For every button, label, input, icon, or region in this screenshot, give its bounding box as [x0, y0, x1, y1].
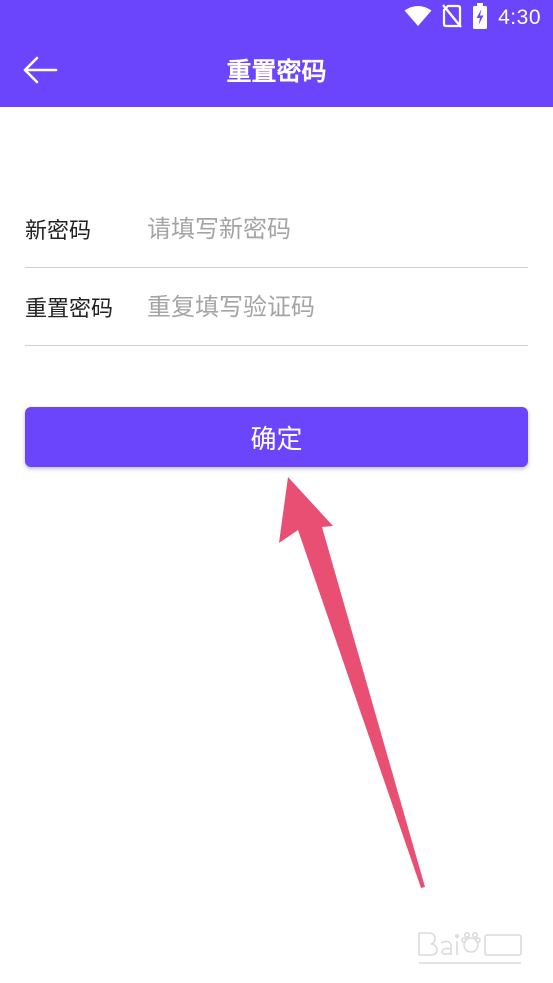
- reset-password-form: 新密码 重置密码: [25, 190, 528, 346]
- new-password-label: 新密码: [25, 218, 92, 244]
- status-icons: 4:30: [404, 3, 541, 33]
- no-sim-icon: [442, 4, 463, 32]
- new-password-row: 新密码: [25, 190, 528, 268]
- annotation-arrow-icon: [279, 477, 425, 888]
- reset-password-input[interactable]: [147, 281, 528, 332]
- wifi-icon: [404, 5, 432, 31]
- app-bar: 4:30 重置密码: [0, 0, 553, 107]
- page-title: 重置密码: [226, 57, 327, 86]
- baidu-watermark-icon: [418, 932, 522, 964]
- new-password-input[interactable]: [147, 203, 528, 254]
- battery-charging-icon: [472, 3, 488, 33]
- reset-password-row: 重置密码: [25, 268, 528, 346]
- status-time: 4:30: [498, 6, 541, 29]
- status-bar: 4:30: [0, 0, 553, 36]
- reset-password-label: 重置密码: [25, 296, 114, 322]
- confirm-button[interactable]: 确定: [25, 407, 528, 467]
